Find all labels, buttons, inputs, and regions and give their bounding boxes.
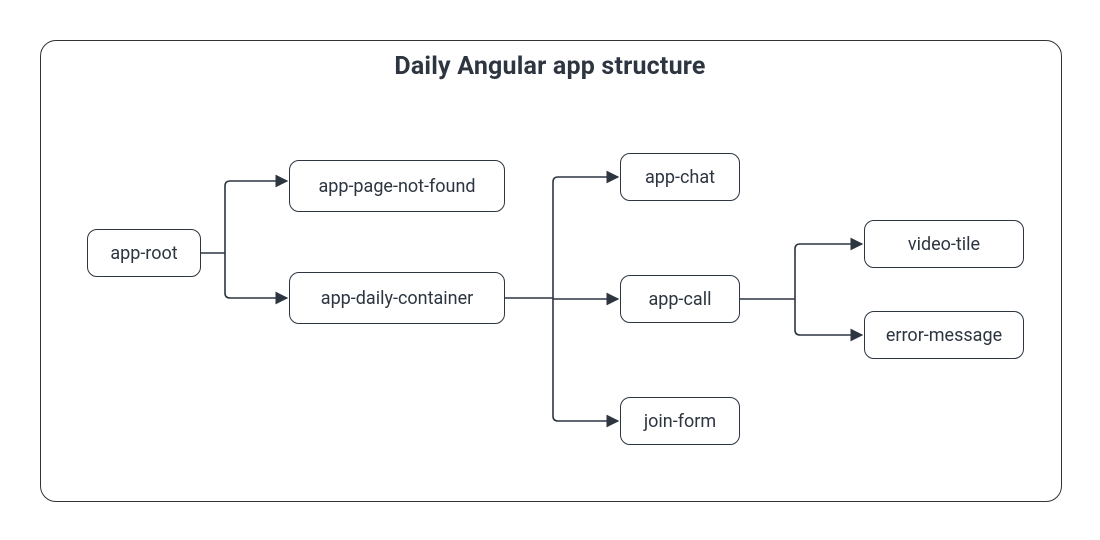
node-app-root: app-root (87, 229, 201, 277)
node-app-chat: app-chat (620, 153, 740, 201)
node-video-tile: video-tile (864, 220, 1024, 268)
node-app-daily-container: app-daily-container (289, 272, 505, 324)
node-app-call: app-call (620, 275, 740, 323)
node-join-form: join-form (620, 397, 740, 445)
node-app-page-not-found: app-page-not-found (289, 160, 505, 212)
node-error-message: error-message (864, 311, 1024, 359)
diagram-title: Daily Angular app structure (0, 52, 1100, 81)
